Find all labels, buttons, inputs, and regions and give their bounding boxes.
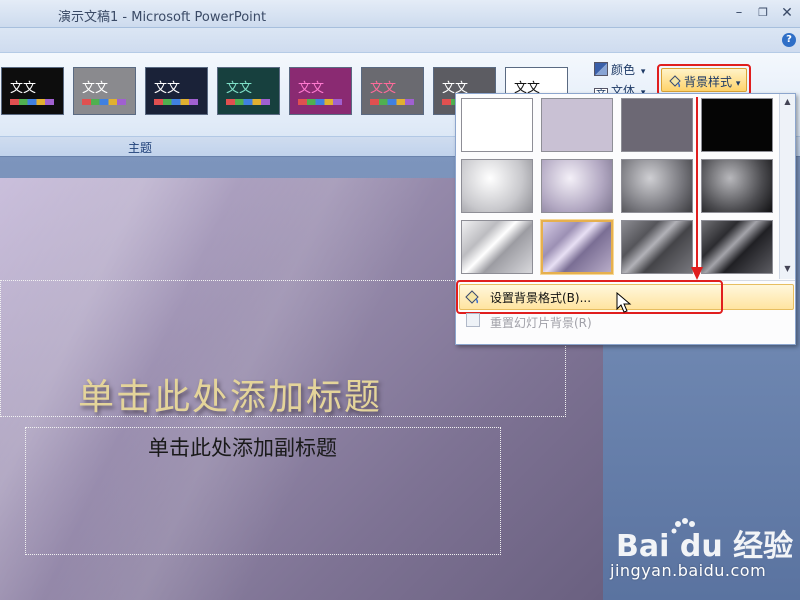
- theme-color-strip: [10, 99, 54, 105]
- background-style-swatch[interactable]: [621, 159, 693, 213]
- background-style-swatch[interactable]: [701, 98, 773, 152]
- theme-thumbnail-label: 文文: [10, 81, 37, 96]
- theme-thumbnail-label: 文文: [82, 81, 109, 96]
- highlight-box-format-background: [456, 280, 723, 314]
- theme-thumbnail[interactable]: 文文: [73, 67, 136, 115]
- theme-thumbnail[interactable]: 文文: [1, 67, 64, 115]
- reset-background-label: 重置幻灯片背景(R): [490, 316, 592, 330]
- theme-thumbnail[interactable]: 文文: [217, 67, 280, 115]
- theme-color-strip: [154, 99, 198, 105]
- theme-group-label: 主题: [128, 141, 153, 155]
- slide-subtitle-placeholder[interactable]: 单击此处添加副标题: [148, 432, 337, 462]
- theme-color-strip: [82, 99, 126, 105]
- theme-thumbnail-label: 文文: [370, 81, 397, 96]
- window-title: 演示文稿1 - Microsoft PowerPoint: [58, 10, 267, 25]
- svg-text:Bai du 经验: Bai du 经验: [616, 529, 793, 564]
- background-style-swatch[interactable]: [541, 98, 613, 152]
- gallery-scrollbar[interactable]: ▲ ▼: [779, 94, 795, 279]
- mouse-cursor-icon: [616, 292, 632, 313]
- background-style-swatch[interactable]: [621, 220, 693, 274]
- colors-label: 颜色: [611, 63, 636, 77]
- background-style-swatch[interactable]: [701, 220, 773, 274]
- theme-thumbnail[interactable]: 文文: [145, 67, 208, 115]
- background-style-swatch[interactable]: [461, 98, 533, 152]
- theme-thumbnail-label: 文文: [298, 81, 325, 96]
- theme-thumbnail[interactable]: 文文: [361, 67, 424, 115]
- theme-thumbnail-label: 文文: [226, 81, 253, 96]
- theme-color-strip: [298, 99, 342, 105]
- background-style-swatch[interactable]: [701, 159, 773, 213]
- slide-title-placeholder[interactable]: 单击此处添加标题: [78, 368, 382, 420]
- title-bar: 演示文稿1 - Microsoft PowerPoint – ❐ ✕: [0, 0, 800, 28]
- background-style-swatch[interactable]: [621, 98, 693, 152]
- chevron-down-icon: ▾: [640, 67, 646, 77]
- watermark-url: jingyan.baidu.com: [610, 561, 767, 580]
- scroll-up-icon[interactable]: ▲: [780, 97, 795, 106]
- minimize-button[interactable]: –: [728, 3, 750, 23]
- background-style-swatch[interactable]: [461, 220, 533, 274]
- colors-icon: [594, 62, 608, 76]
- theme-thumbnail[interactable]: 文文: [289, 67, 352, 115]
- reset-background-menu-item[interactable]: 重置幻灯片背景(R): [460, 312, 790, 332]
- theme-color-strip: [370, 99, 414, 105]
- background-style-swatch[interactable]: [541, 159, 613, 213]
- colors-button[interactable]: 颜色 ▾: [594, 61, 645, 79]
- maximize-button[interactable]: ❐: [752, 3, 774, 23]
- theme-thumbnail-label: 文文: [154, 81, 181, 96]
- ribbon-tab-strip: [0, 28, 800, 52]
- close-button[interactable]: ✕: [776, 3, 798, 23]
- red-arrow-annotation: [691, 97, 703, 280]
- scroll-down-icon[interactable]: ▼: [780, 264, 795, 273]
- background-style-swatch[interactable]: [461, 159, 533, 213]
- highlight-box-background-styles: [657, 64, 751, 96]
- background-style-swatch[interactable]: [541, 220, 613, 274]
- theme-color-strip: [226, 99, 270, 105]
- reset-slide-icon: [466, 313, 480, 327]
- help-icon[interactable]: ?: [782, 33, 796, 47]
